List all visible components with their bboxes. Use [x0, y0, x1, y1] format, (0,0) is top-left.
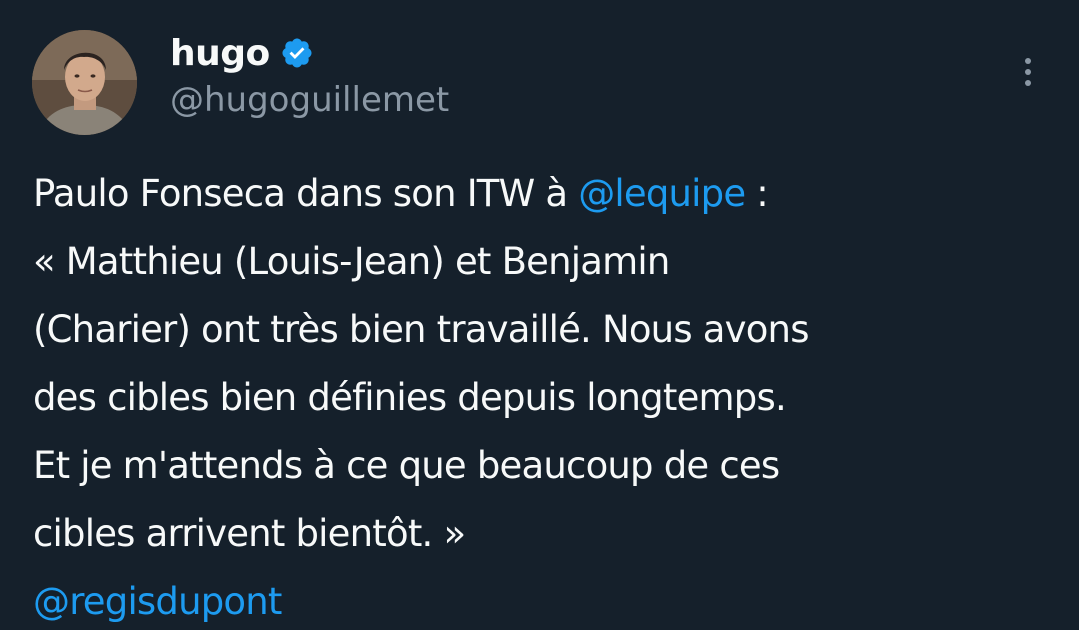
tweet-line: des cibles bien définies depuis longtemp… [33, 376, 787, 419]
mention-link[interactable]: @regisdupont [33, 580, 282, 623]
verified-badge-icon[interactable] [280, 36, 314, 70]
tweet-line: « Matthieu (Louis-Jean) et Benjamin [33, 240, 670, 283]
more-options-button[interactable] [1010, 52, 1046, 92]
author-handle[interactable]: @hugoguillemet [170, 80, 449, 120]
mention-link[interactable]: @lequipe [578, 172, 746, 215]
more-vertical-icon [1025, 58, 1031, 64]
tweet-text-segment: Paulo Fonseca dans son ITW à [33, 172, 579, 215]
avatar-image [32, 30, 137, 135]
more-vertical-icon-dot [1025, 69, 1031, 75]
tweet-line: cibles arrivent bientôt. » [33, 512, 466, 555]
tweet-line: Paulo Fonseca dans son ITW à @lequipe : [33, 160, 1053, 228]
tweet-text-segment: : [745, 172, 768, 215]
avatar[interactable] [32, 30, 137, 135]
tweet-line: @regisdupont [33, 568, 1053, 630]
author-name-row: hugo [170, 28, 314, 78]
tweet-line: Et je m'attends à ce que beaucoup de ces [33, 444, 780, 487]
tweet-card: hugo @hugoguillemet Paulo Fonseca dans s… [0, 0, 1079, 630]
tweet-line: (Charier) ont très bien travaillé. Nous … [33, 308, 810, 351]
tweet-text: Paulo Fonseca dans son ITW à @lequipe : … [33, 160, 1053, 630]
author-display-name[interactable]: hugo [170, 33, 270, 74]
more-vertical-icon-dot [1025, 80, 1031, 86]
